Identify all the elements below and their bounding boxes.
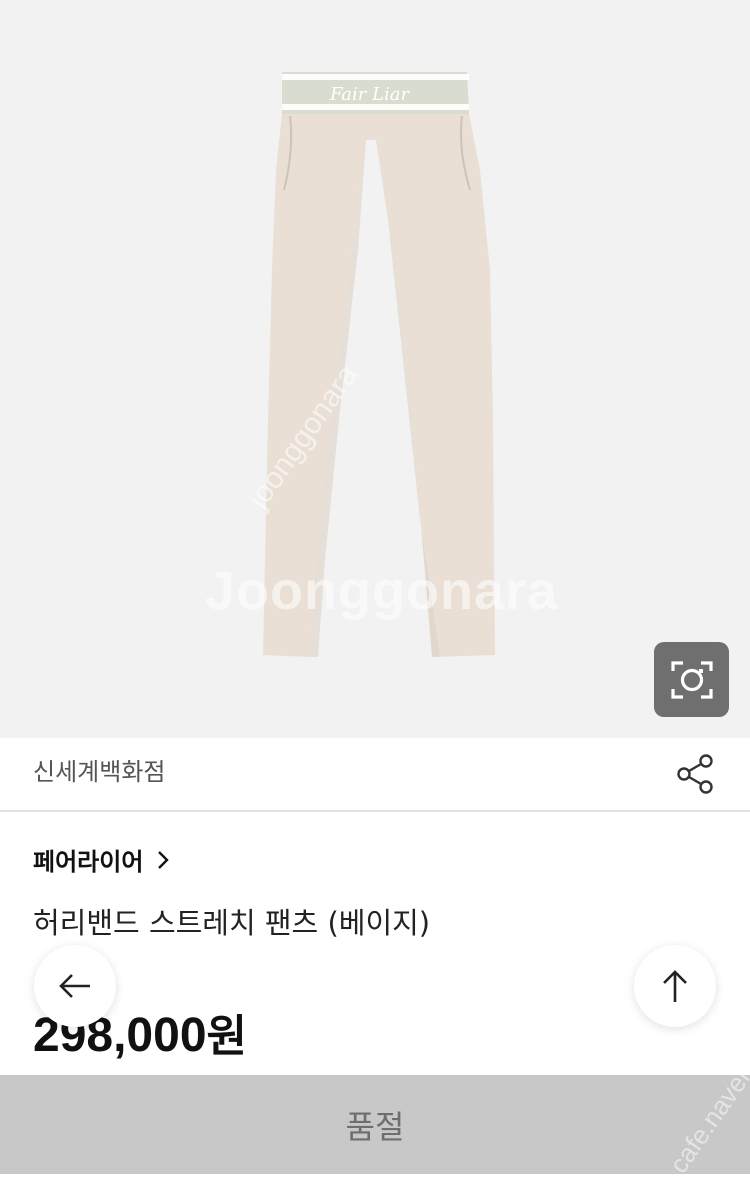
pants-image [263,72,495,657]
watermark-text: Joonggonara [205,561,559,621]
back-button[interactable] [34,945,116,1027]
product-image[interactable]: Fair Liar Joonggonara joonggonara [0,0,750,738]
brand-name: 페어라이어 [33,848,144,876]
waistband-logo: Fair Liar [330,84,410,105]
soldout-label: 품절 [345,1107,405,1146]
camera-search-icon [670,660,713,699]
soldout-button[interactable]: 품절 cafe.naver [0,1062,750,1179]
price-unit: 원 [206,1011,247,1062]
share-button[interactable] [674,752,718,796]
store-bar: 신세계백화점 [0,738,750,812]
chevron-right-icon [158,850,170,869]
watermark-bottom-text: cafe.naver [663,1061,750,1179]
scroll-top-button[interactable] [634,945,716,1027]
image-search-button[interactable] [654,642,729,717]
share-icon [677,754,713,794]
brand-link[interactable]: 페어라이어 [33,842,171,877]
arrow-up-icon [663,970,687,1002]
store-name[interactable]: 신세계백화점 [33,752,165,787]
arrow-left-icon [59,974,90,998]
product-title: 허리밴드 스트레치 팬츠 (베이지) [33,906,431,940]
